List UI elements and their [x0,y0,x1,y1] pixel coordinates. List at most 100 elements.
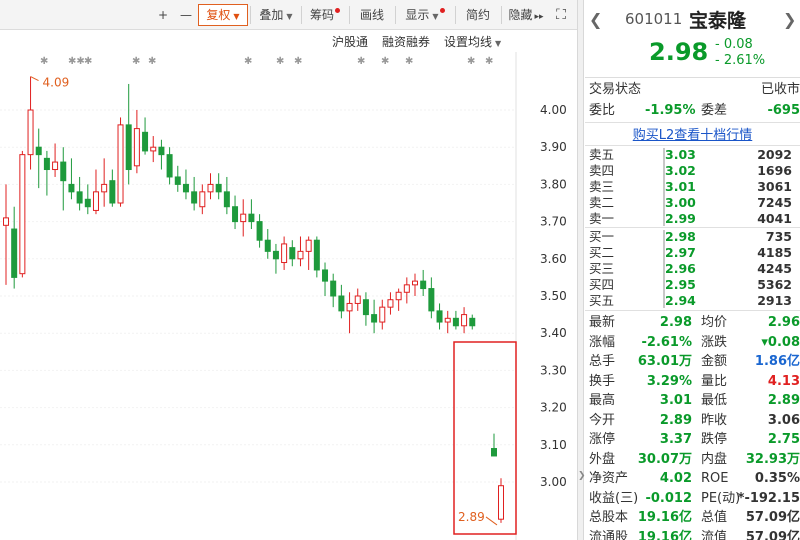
stat-label: 总股本 [589,510,629,525]
zoom-in-button[interactable]: + [152,4,174,26]
stat-label: 最低 [701,393,728,408]
buy-level: 买一 2.98 735 [585,229,800,245]
candle [256,214,263,248]
level-volume: 4185 [757,245,792,260]
hugutong-link[interactable]: 沪股通 [332,33,368,50]
level-volume: 1696 [757,163,792,178]
panel-splitter[interactable] [577,0,584,540]
chevron-down-icon: ▼ [432,12,439,21]
xianshi-dropdown[interactable]: 显示 ▼ [398,4,452,26]
fuquan-dropdown[interactable]: 复权 ▼ [198,4,248,26]
kline-svg[interactable]: ✱ ✱✱ ✱ ✱ ✱ ✱ ✱ ✱ ✱ ✱ ✱ ✱ ✱ 4.003.903.803.703.603.503… [0,52,577,540]
stat-label: 金额 [701,354,728,369]
candle-body [43,157,50,171]
stat-label: PE(动) [701,490,741,506]
today-candle [498,478,504,523]
candle-body [166,154,173,178]
event-marker-icon: ✱ [485,56,493,67]
grid [0,52,517,540]
stat-row: 总手 63.01万 金额 1.86亿 [585,352,800,372]
candle-body [338,295,345,312]
stat-label: 涨幅 [589,334,616,350]
rongzi-link[interactable]: 融资融券 [382,33,430,50]
candle-body [354,295,361,304]
huaxian-button[interactable]: 画线 [352,4,392,26]
buy-level: 买四 2.95 5362 [585,277,800,293]
sell-level: 卖三 3.01 3061 [585,179,800,195]
candle [420,269,427,296]
kline-chart[interactable]: ✱ ✱✱ ✱ ✱ ✱ ✱ ✱ ✱ ✱ ✱ ✱ ✱ ✱ 4.00 3.90 3.80 3.70 3.60 3.50 3… [0,52,577,540]
prev-stock-icon[interactable]: ❮ [589,10,602,29]
level-volume: 7245 [757,195,792,210]
trade-status-label: 交易状态 [589,82,642,97]
stat-label: ROE [701,471,729,486]
candle-body [461,314,468,327]
weicha-value: -695 [767,103,800,118]
fuquan-label: 复权 [206,8,231,22]
jianyue-button[interactable]: 简约 [458,4,498,26]
yincang-button[interactable]: 隐藏 ▸▸ [504,4,548,26]
y-tick-label: 3.70 [540,215,567,229]
chouma-button[interactable]: 筹码 [304,4,346,26]
candle-body [412,280,418,286]
chouma-label: 筹码 [309,8,334,22]
ma-settings-dropdown[interactable]: 设置均线 ▼ [444,33,501,50]
zoom-out-button[interactable]: — [175,4,197,26]
candle-body [491,448,497,457]
candle-body [436,310,443,323]
stat-label: 外盘 [589,451,616,467]
diejia-dropdown[interactable]: 叠加 ▼ [253,4,299,26]
event-marker-icon: ✱ [84,56,92,67]
xianshi-label: 显示 [405,8,430,22]
price-change: - 0.08 - 2.61% [715,37,765,69]
level-price: 2.98 [665,229,696,244]
stat-value: 3.06 [767,412,800,428]
candle [223,176,230,215]
sell-level: 卖一 2.99 4041 [585,211,800,227]
candle [338,284,345,319]
y-tick-label: 4.00 [540,103,567,117]
candle-body [223,191,230,208]
candle [215,173,222,200]
candle [35,128,42,189]
candle [158,139,165,170]
low-label: 2.89 [458,510,485,524]
candle-body [19,154,26,275]
stat-value: 3.29% [646,373,692,389]
candle [371,299,378,334]
collapse-arrow-icon[interactable]: ❯ [578,462,586,490]
candle [436,303,443,330]
stat-value: -0.012 [645,490,692,506]
y-axis: 4.00 3.90 3.80 3.70 3.60 3.50 3.40 3.30 3.20 3.10… [540,103,567,489]
level-price: 3.00 [665,195,696,210]
fullscreen-icon[interactable]: ⛶ [550,4,572,26]
buy-level: 买二 2.97 4185 [585,245,800,261]
y-tick-label: 3.50 [540,289,567,303]
chevron-down-icon: ▼ [495,39,502,48]
candle [469,314,476,330]
candle [412,273,418,296]
stat-row: 今开 2.89 昨收 3.06 [585,411,800,431]
y-tick-label: 3.60 [540,252,567,266]
stat-value: 19.16亿 [637,510,692,525]
event-markers: ✱ ✱✱ ✱ ✱ ✱ ✱ ✱ ✱ ✱ ✱ ✱ ✱ ✱ [40,56,493,67]
candle [68,158,75,200]
l2-upgrade-link[interactable]: 购买L2查看十档行情 [585,124,800,143]
candle-body [60,161,67,182]
candle [117,117,124,207]
candle-body [84,198,91,208]
candle [395,288,402,311]
candle-body [272,250,279,260]
stat-value: 57.09亿 [745,529,800,540]
chart-toolbar: + — 复权 ▼ 叠加 ▼ 筹码 画线 显示 ▼ 简约 隐藏 ▸▸ ⛶ [0,0,577,30]
level-label: 卖三 [589,179,615,194]
candle [11,206,18,289]
candle-body [199,191,206,208]
stat-label: 总值 [701,510,728,525]
level-price: 2.99 [665,211,696,226]
next-stock-icon[interactable]: ❯ [783,10,796,29]
candle [346,292,353,334]
candle [207,173,214,200]
event-marker-icon: ✱ [276,56,284,67]
event-marker-icon: ✱ [40,56,48,67]
